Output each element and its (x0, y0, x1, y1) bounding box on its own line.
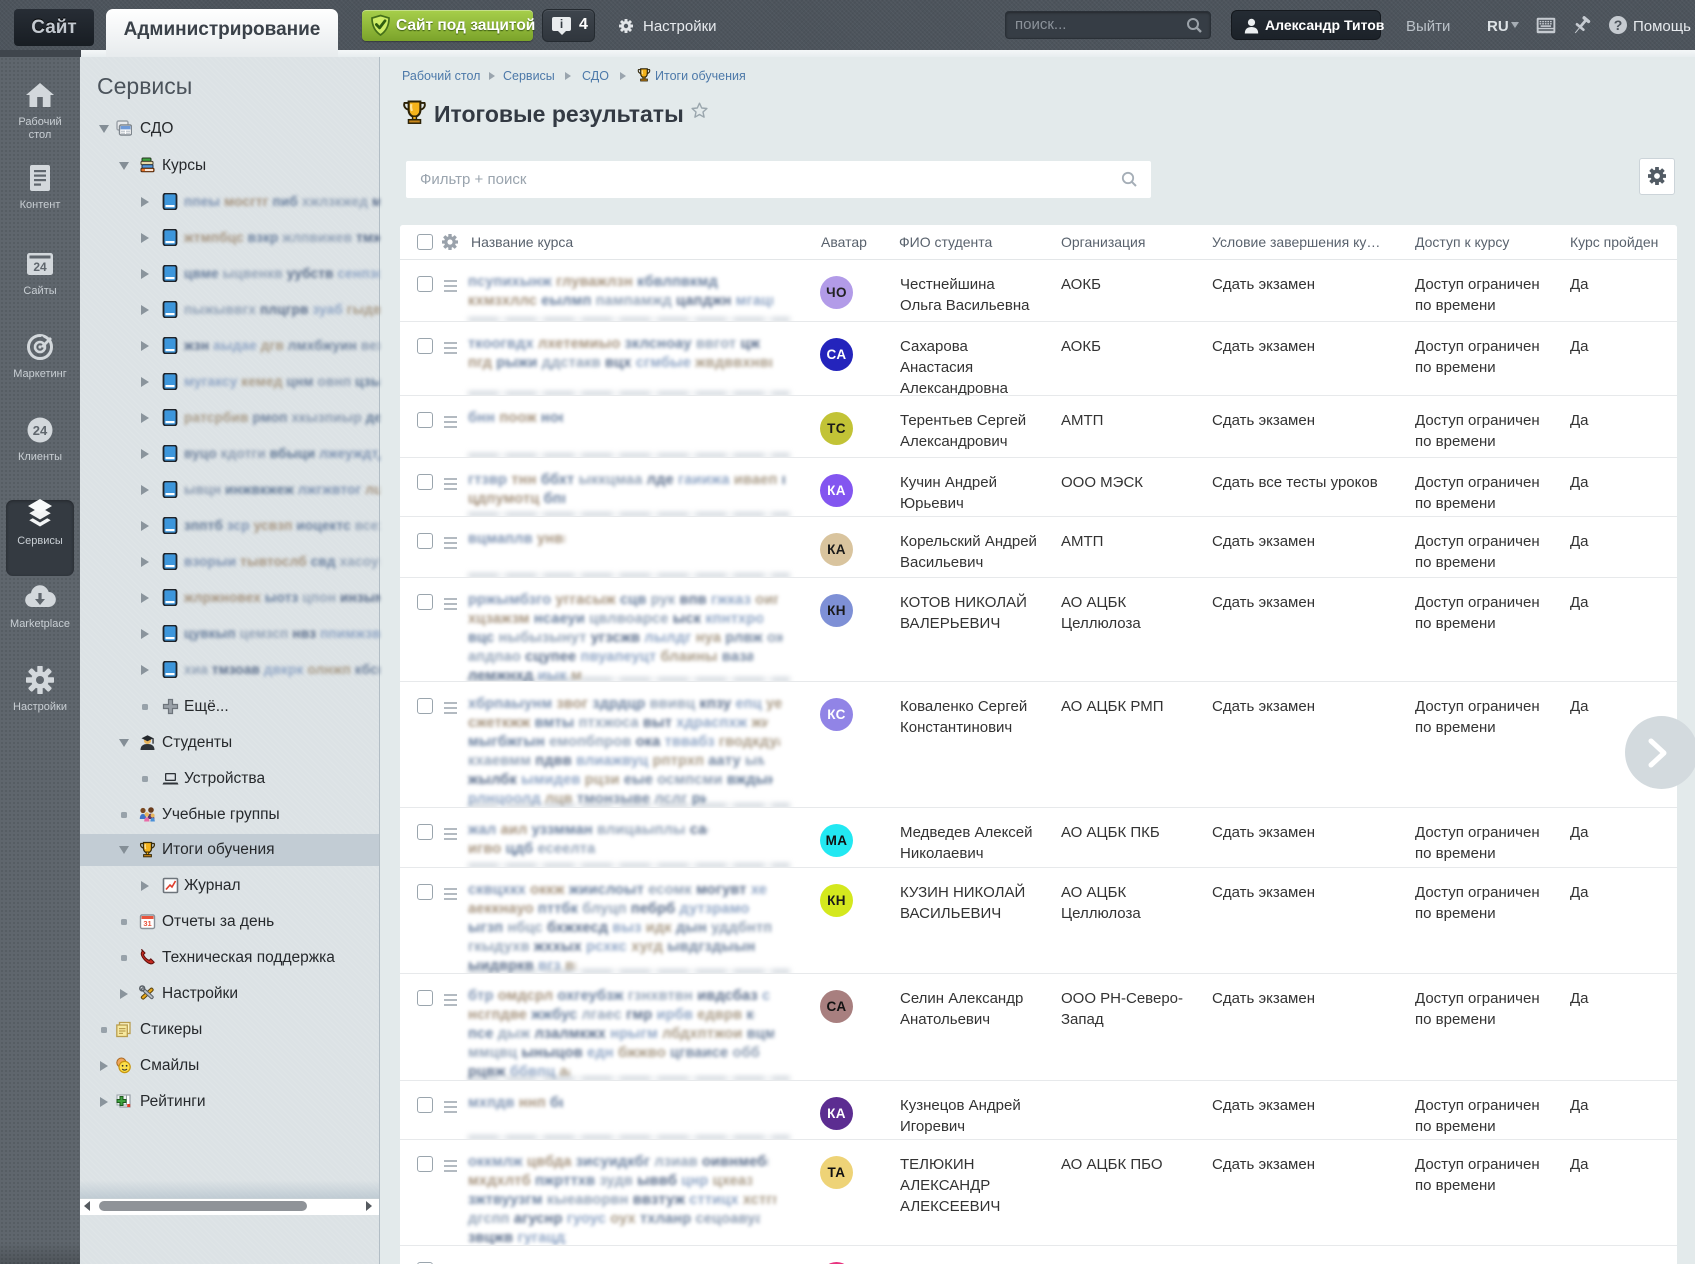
svg-text:24: 24 (33, 423, 48, 438)
svg-text:31: 31 (143, 919, 151, 928)
svg-text:24: 24 (33, 260, 47, 274)
